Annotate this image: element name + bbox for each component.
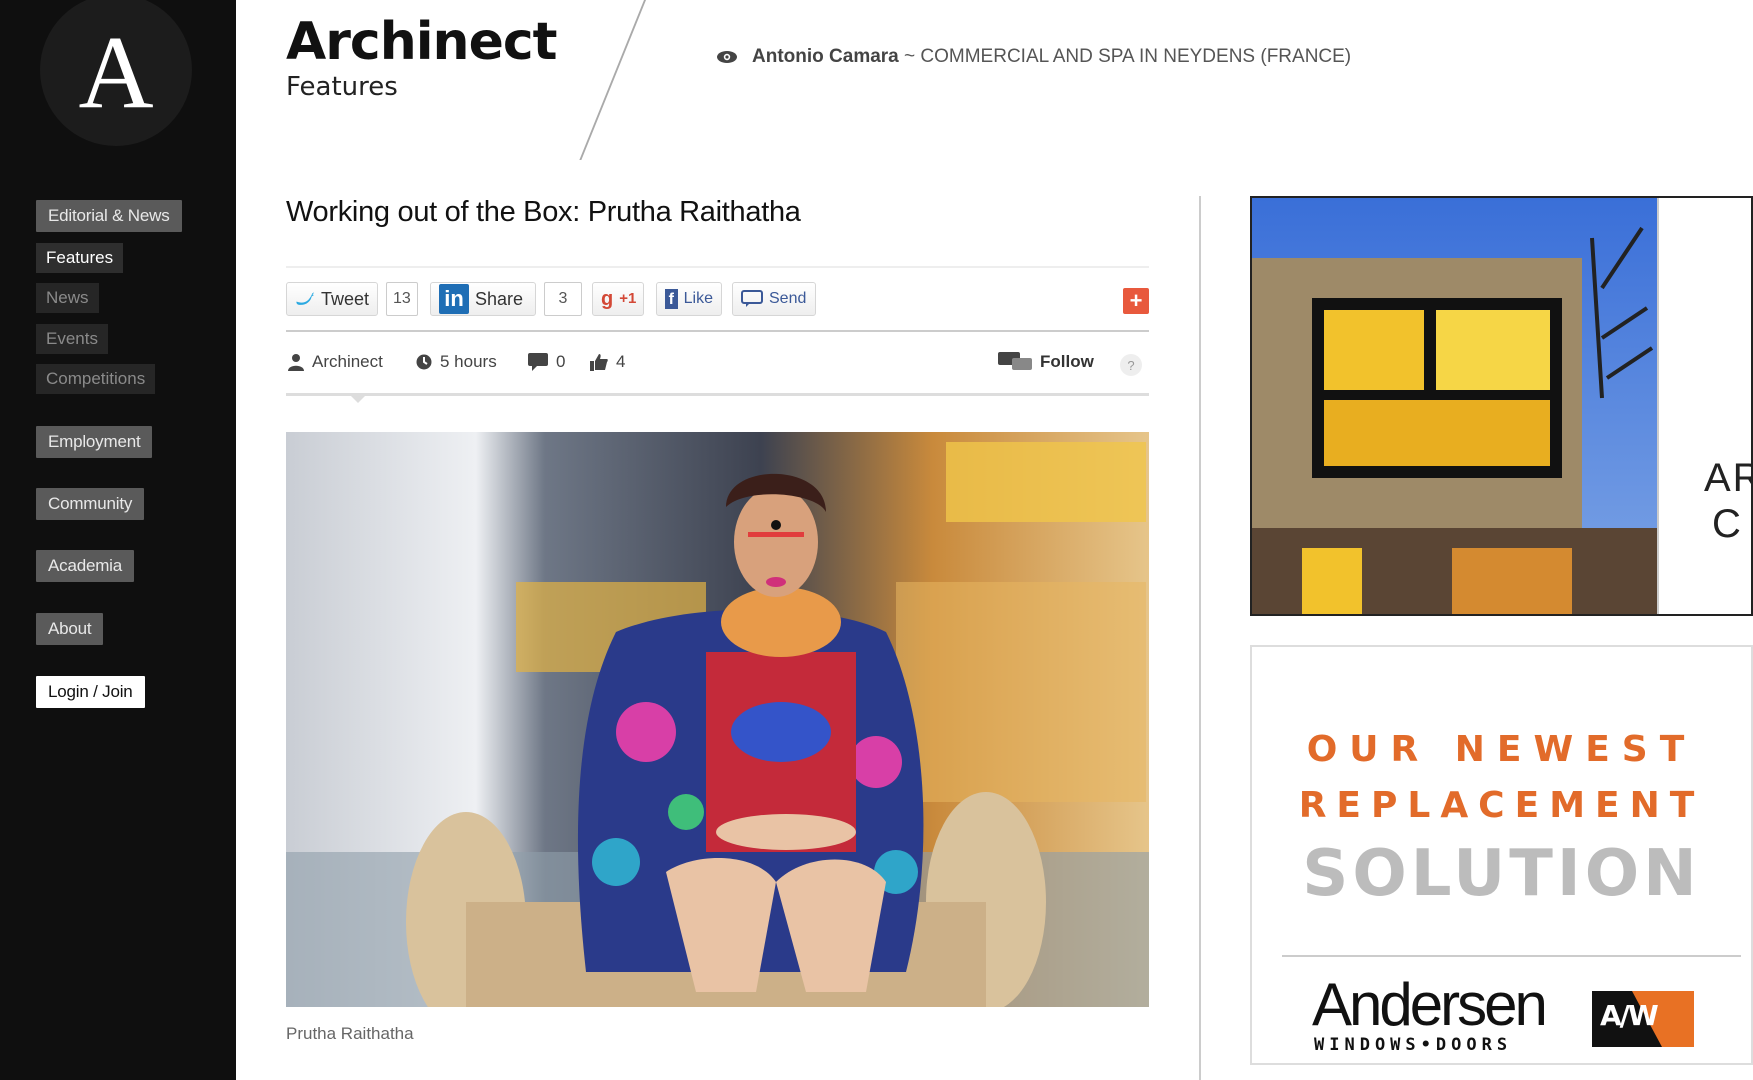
- archinect-logo[interactable]: A: [40, 0, 192, 146]
- andersen-logo-icon: A/W: [1592, 991, 1694, 1047]
- follow-label: Follow: [1040, 352, 1094, 371]
- house-ad-text-2: C: [1712, 502, 1741, 546]
- sidebar-item-academia[interactable]: Academia: [36, 550, 134, 582]
- facebook-icon: f: [665, 289, 678, 309]
- sidebar-item-news[interactable]: News: [36, 283, 99, 313]
- author-name: Archinect: [312, 352, 383, 371]
- sidebar-item-about[interactable]: About: [36, 613, 104, 645]
- meta-likes[interactable]: 4: [590, 352, 625, 372]
- thumbs-up-icon: [590, 354, 608, 371]
- like-count: 4: [616, 352, 626, 371]
- logo-letter: A: [78, 15, 154, 130]
- linkedin-icon: in: [439, 284, 469, 314]
- featured-name: Antonio Camara: [752, 46, 899, 67]
- eye-icon: [717, 51, 737, 63]
- article-meta-bar: Archinect 5 hours 0 4 Follow ?: [286, 334, 1149, 403]
- facebook-like-button[interactable]: f Like: [656, 282, 722, 316]
- sidebar-item-competitions[interactable]: Competitions: [36, 364, 156, 394]
- facebook-send-label: Send: [769, 290, 807, 307]
- andersen-tagline: WINDOWS•DOORS: [1314, 1035, 1513, 1055]
- login-join-button[interactable]: Login / Join: [36, 676, 145, 708]
- andersen-logo-mark: A/W: [1600, 999, 1659, 1032]
- share-bar: Tweet 13 in Share 3 g +1 f Like Send +: [286, 266, 1149, 332]
- linkedin-share-button[interactable]: in Share: [430, 282, 536, 316]
- ad-headline-line3: SOLUTION: [1302, 837, 1701, 911]
- ad-headline-line1: OUR NEWEST: [1306, 729, 1697, 770]
- linkedin-share-label: Share: [475, 289, 524, 309]
- andersen-wordmark: Andersen: [1312, 971, 1548, 1038]
- help-icon[interactable]: ?: [1120, 354, 1142, 376]
- add-share-icon[interactable]: +: [1123, 288, 1149, 314]
- article-photo[interactable]: [286, 432, 1149, 1007]
- sidebar-item-features[interactable]: Features: [36, 243, 124, 273]
- content-divider: [1199, 196, 1201, 1080]
- google-plus-label: +1: [619, 290, 637, 307]
- time-ago: 5 hours: [440, 352, 497, 371]
- comment-count: 0: [556, 352, 566, 371]
- featured-project-link[interactable]: Antonio Camara ~ COMMERCIAL AND SPA IN N…: [716, 46, 1351, 68]
- brand-title: Archinect: [286, 12, 558, 72]
- house-ad-text-1: AR: [1704, 456, 1751, 500]
- google-plus-icon: g: [601, 288, 614, 310]
- andersen-advertisement[interactable]: OUR NEWEST REPLACEMENT SOLUTION Andersen…: [1250, 645, 1753, 1065]
- twitter-icon: [296, 292, 315, 305]
- meta-author[interactable]: Archinect: [288, 352, 383, 372]
- speech-bubble-icon: [741, 290, 763, 307]
- section-title: Features: [286, 72, 398, 102]
- house-advertisement[interactable]: AR C: [1250, 196, 1753, 616]
- article-title: Working out of the Box: Prutha Raithatha: [286, 196, 801, 228]
- site-brand[interactable]: Archinect Features: [286, 12, 558, 102]
- comment-icon: [528, 353, 548, 371]
- ad-headline-line2: REPLACEMENT: [1298, 785, 1705, 826]
- sidebar-item-editorial-news[interactable]: Editorial & News: [36, 200, 182, 232]
- photo-caption: Prutha Raithatha: [286, 1024, 414, 1043]
- google-plus-button[interactable]: g +1: [592, 282, 644, 316]
- follow-chat-icon: [998, 352, 1032, 370]
- linkedin-count: 3: [544, 282, 582, 316]
- tweet-button[interactable]: Tweet: [286, 282, 378, 316]
- sidebar-item-employment[interactable]: Employment: [36, 426, 153, 458]
- facebook-like-label: Like: [683, 290, 713, 307]
- meta-time: 5 hours: [416, 352, 497, 372]
- user-icon: [288, 354, 304, 371]
- portrait-photo-illustration: [286, 432, 1149, 1007]
- sidebar-item-community[interactable]: Community: [36, 488, 145, 520]
- tweet-count: 13: [386, 282, 418, 316]
- clock-icon: [416, 354, 432, 370]
- sidebar-item-events[interactable]: Events: [36, 324, 108, 354]
- ad-divider: [1282, 955, 1741, 957]
- featured-text: ~ COMMERCIAL AND SPA IN NEYDENS (FRANCE): [904, 46, 1352, 67]
- meta-notch: [350, 395, 366, 403]
- follow-button[interactable]: Follow: [998, 352, 1094, 372]
- tweet-label: Tweet: [320, 289, 369, 309]
- sidebar: A Editorial & News Features News Events …: [0, 0, 236, 1080]
- header-divider: [579, 0, 646, 160]
- meta-comments[interactable]: 0: [528, 352, 565, 372]
- house-ad-image: [1252, 198, 1751, 614]
- facebook-send-button[interactable]: Send: [732, 282, 816, 316]
